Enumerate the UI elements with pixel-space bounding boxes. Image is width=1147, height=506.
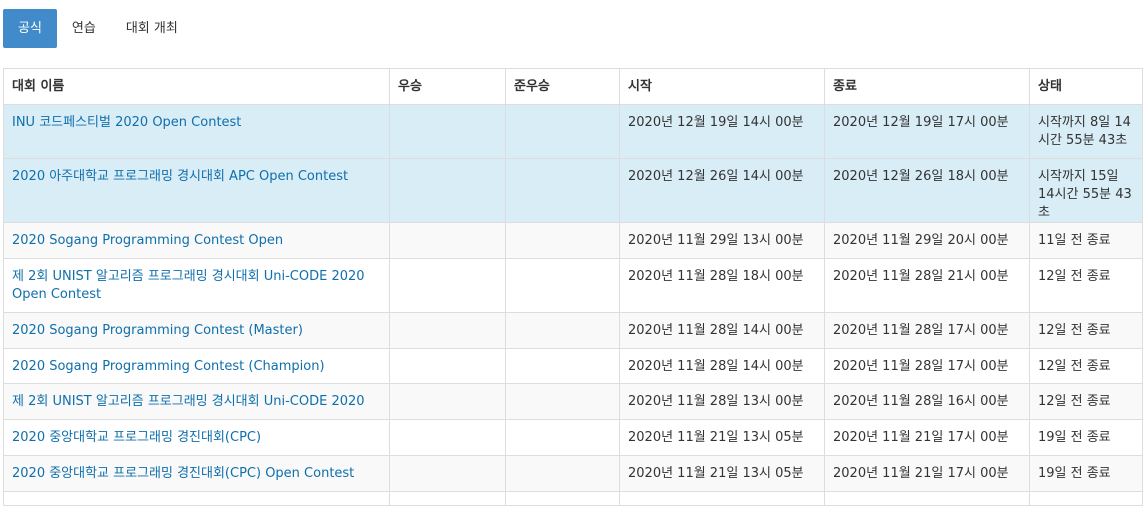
runner-up-cell [505,158,620,223]
start-cell: 2020년 11월 28일 18시 00분 [619,258,825,313]
runner-up-cell [505,104,620,159]
winner-cell [389,383,506,420]
header-end: 종료 [824,68,1030,105]
tab-host-contest[interactable]: 대회 개최 [111,9,193,48]
end-cell: 2020년 12월 19일 17시 00분 [824,104,1030,159]
contest-tabs: 공식 연습 대회 개최 [3,9,193,48]
table-row: 2020 Sogang Programming Contest Open 202… [3,222,1143,259]
winner-cell [389,348,506,384]
status-cell: 12일 전 종료 [1029,348,1143,384]
start-cell: 2020년 11월 21일 13시 05분 [619,419,825,456]
end-cell: 2020년 11월 28일 16시 00분 [824,383,1030,420]
table-row-partial [3,491,1143,506]
contest-link[interactable]: 2020 Sogang Programming Contest Open [12,233,283,248]
winner-cell [389,455,506,492]
start-cell: 2020년 11월 28일 14시 00분 [619,348,825,384]
winner-cell [389,258,506,313]
header-start: 시작 [619,68,825,105]
table-row: 제 2회 UNIST 알고리즘 프로그래밍 경시대회 Uni-CODE 2020… [3,258,1143,313]
contest-table-wrapper: 대회 이름 우승 준우승 시작 종료 상태 INU 코드페스티벌 2020 Op… [3,68,1143,506]
table-row: 2020 중앙대학교 프로그래밍 경진대회(CPC) 2020년 11월 21일… [3,419,1143,456]
contest-link[interactable]: 2020 아주대학교 프로그래밍 경시대회 APC Open Contest [12,169,348,184]
end-cell: 2020년 11월 29일 20시 00분 [824,222,1030,259]
contest-name-cell: 2020 아주대학교 프로그래밍 경시대회 APC Open Contest [3,158,390,223]
contest-link[interactable]: INU 코드페스티벌 2020 Open Contest [12,115,241,130]
contest-name-cell: 제 2회 UNIST 알고리즘 프로그래밍 경시대회 Uni-CODE 2020 [3,383,390,420]
winner-cell [389,419,506,456]
table-row: 2020 Sogang Programming Contest (Champio… [3,348,1143,384]
start-cell: 2020년 11월 28일 14시 00분 [619,312,825,349]
header-winner: 우승 [389,68,506,105]
header-status: 상태 [1029,68,1143,105]
end-cell: 2020년 11월 21일 17시 00분 [824,419,1030,456]
contest-name-cell: 2020 Sogang Programming Contest Open [3,222,390,259]
start-cell: 2020년 11월 21일 13시 05분 [619,455,825,492]
status-cell: 12일 전 종료 [1029,312,1143,349]
status-cell: 12일 전 종료 [1029,383,1143,420]
status-cell: 12일 전 종료 [1029,258,1143,313]
tab-practice[interactable]: 연습 [57,9,111,48]
runner-up-cell [505,312,620,349]
winner-cell [389,104,506,159]
runner-up-cell [505,455,620,492]
end-cell: 2020년 11월 21일 17시 00분 [824,455,1030,492]
start-cell: 2020년 12월 26일 14시 00분 [619,158,825,223]
start-cell: 2020년 11월 28일 13시 00분 [619,383,825,420]
contest-name-cell: 2020 Sogang Programming Contest (Champio… [3,348,390,384]
header-contest-name: 대회 이름 [3,68,390,105]
start-cell: 2020년 12월 19일 14시 00분 [619,104,825,159]
runner-up-cell [505,419,620,456]
status-cell: 시작까지 15일 14시간 55분 43초 [1029,158,1143,223]
end-cell: 2020년 11월 28일 21시 00분 [824,258,1030,313]
table-row: INU 코드페스티벌 2020 Open Contest 2020년 12월 1… [3,104,1143,159]
start-cell: 2020년 11월 29일 13시 00분 [619,222,825,259]
contest-name-cell: 2020 Sogang Programming Contest (Master) [3,312,390,349]
table-row: 제 2회 UNIST 알고리즘 프로그래밍 경시대회 Uni-CODE 2020… [3,383,1143,420]
winner-cell [389,158,506,223]
contest-name-cell: 2020 중앙대학교 프로그래밍 경진대회(CPC) [3,419,390,456]
contest-link[interactable]: 2020 중앙대학교 프로그래밍 경진대회(CPC) Open Contest [12,466,354,481]
table-row: 2020 Sogang Programming Contest (Master)… [3,312,1143,349]
status-cell: 19일 전 종료 [1029,419,1143,456]
contest-link[interactable]: 제 2회 UNIST 알고리즘 프로그래밍 경시대회 Uni-CODE 2020… [12,269,365,302]
runner-up-cell [505,258,620,313]
table-row: 2020 중앙대학교 프로그래밍 경진대회(CPC) Open Contest … [3,455,1143,492]
contest-link[interactable]: 제 2회 UNIST 알고리즘 프로그래밍 경시대회 Uni-CODE 2020 [12,394,365,409]
end-cell: 2020년 12월 26일 18시 00분 [824,158,1030,223]
table-header-row: 대회 이름 우승 준우승 시작 종료 상태 [3,68,1143,105]
runner-up-cell [505,222,620,259]
runner-up-cell [505,348,620,384]
contest-name-cell: 2020 중앙대학교 프로그래밍 경진대회(CPC) Open Contest [3,455,390,492]
runner-up-cell [505,383,620,420]
status-cell: 시작까지 8일 14시간 55분 43초 [1029,104,1143,159]
header-runner-up: 준우승 [505,68,620,105]
table-row: 2020 아주대학교 프로그래밍 경시대회 APC Open Contest 2… [3,158,1143,223]
contest-link[interactable]: 2020 Sogang Programming Contest (Champio… [12,359,325,374]
winner-cell [389,312,506,349]
contest-table: 대회 이름 우승 준우승 시작 종료 상태 INU 코드페스티벌 2020 Op… [3,68,1143,506]
status-cell: 11일 전 종료 [1029,222,1143,259]
end-cell: 2020년 11월 28일 17시 00분 [824,348,1030,384]
tab-official[interactable]: 공식 [3,9,57,48]
status-cell: 19일 전 종료 [1029,455,1143,492]
contest-link[interactable]: 2020 Sogang Programming Contest (Master) [12,323,303,338]
winner-cell [389,222,506,259]
contest-link[interactable]: 2020 중앙대학교 프로그래밍 경진대회(CPC) [12,430,261,445]
contest-name-cell: 제 2회 UNIST 알고리즘 프로그래밍 경시대회 Uni-CODE 2020… [3,258,390,313]
end-cell: 2020년 11월 28일 17시 00분 [824,312,1030,349]
contest-name-cell: INU 코드페스티벌 2020 Open Contest [3,104,390,159]
